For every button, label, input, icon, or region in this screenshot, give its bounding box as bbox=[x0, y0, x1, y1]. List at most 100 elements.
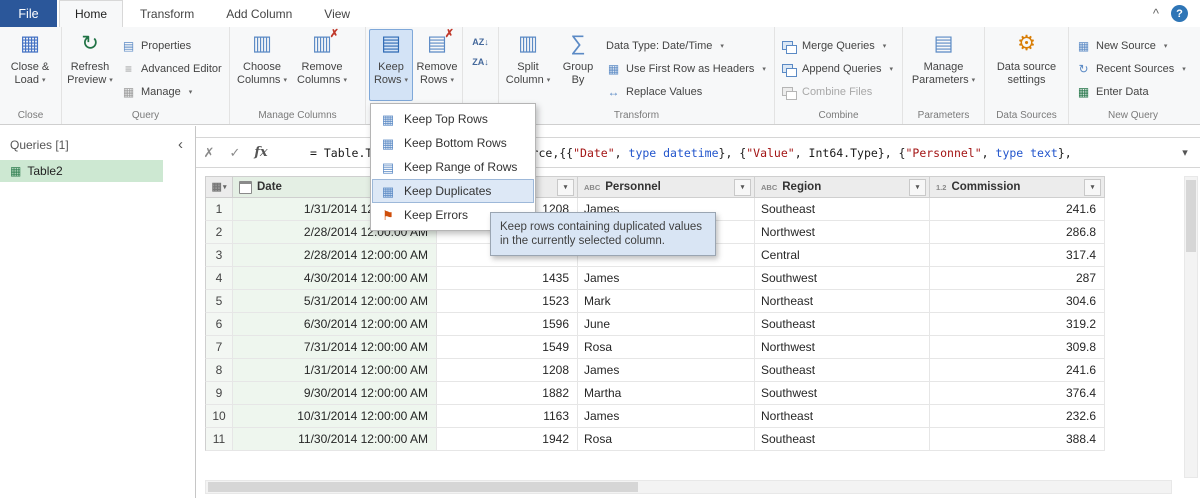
keep-rows-button[interactable]: ▤ Keep Rows ▾ bbox=[369, 29, 413, 101]
formula-cancel-icon[interactable]: ✗ bbox=[196, 145, 222, 161]
cell-date[interactable]: 1/31/2014 12:00:00 AM bbox=[233, 359, 437, 382]
cell-date[interactable]: 9/30/2014 12:00:00 AM bbox=[233, 382, 437, 405]
cell-region[interactable]: Southeast bbox=[755, 428, 930, 451]
cell-region[interactable]: Southeast bbox=[755, 359, 930, 382]
new-source-button[interactable]: ▦ New Source ▾ bbox=[1072, 35, 1190, 56]
vertical-scrollbar[interactable] bbox=[1184, 176, 1198, 478]
replace-values-button[interactable]: ↔ Replace Values bbox=[602, 81, 770, 102]
cell-date[interactable]: 6/30/2014 12:00:00 AM bbox=[233, 313, 437, 336]
cell-commission[interactable]: 388.4 bbox=[930, 428, 1105, 451]
manage-parameters-button[interactable]: ▤ Manage Parameters ▾ bbox=[911, 29, 977, 101]
cell-value[interactable]: 1942 bbox=[437, 428, 578, 451]
menu-item-keep-bottom-rows[interactable]: ▦ Keep Bottom Rows bbox=[372, 131, 534, 155]
row-number[interactable]: 7 bbox=[205, 336, 233, 359]
select-all-button[interactable]: ▦ ▾ bbox=[205, 176, 233, 198]
cell-personnel[interactable]: Rosa bbox=[578, 336, 755, 359]
cell-commission[interactable]: 286.8 bbox=[930, 221, 1105, 244]
formula-commit-icon[interactable]: ✓ bbox=[222, 145, 248, 161]
cell-commission[interactable]: 232.6 bbox=[930, 405, 1105, 428]
row-number[interactable]: 4 bbox=[205, 267, 233, 290]
cell-region[interactable]: Southeast bbox=[755, 198, 930, 221]
help-icon[interactable]: ? bbox=[1171, 5, 1188, 22]
remove-columns-button[interactable]: ▥ ✗ Remove Columns ▾ bbox=[293, 29, 351, 101]
horizontal-scrollbar-thumb[interactable] bbox=[208, 482, 638, 492]
cell-personnel[interactable]: June bbox=[578, 313, 755, 336]
data-source-settings-button[interactable]: ⚙ Data source settings bbox=[992, 29, 1062, 101]
cell-value[interactable]: 1208 bbox=[437, 359, 578, 382]
collapse-ribbon-icon[interactable]: ^ bbox=[1153, 7, 1159, 20]
group-by-button[interactable]: ∑ Group By bbox=[556, 29, 600, 101]
cell-region[interactable]: Northwest bbox=[755, 221, 930, 244]
cell-value[interactable]: 1523 bbox=[437, 290, 578, 313]
split-column-button[interactable]: ▥ Split Column ▾ bbox=[502, 29, 554, 101]
cell-personnel[interactable]: Mark bbox=[578, 290, 755, 313]
append-queries-button[interactable]: Append Queries ▾ bbox=[778, 58, 897, 79]
merge-queries-button[interactable]: Merge Queries ▾ bbox=[778, 35, 897, 56]
row-number[interactable]: 2 bbox=[205, 221, 233, 244]
file-menu-button[interactable]: File bbox=[0, 0, 57, 27]
cell-region[interactable]: Southeast bbox=[755, 313, 930, 336]
filter-button[interactable]: ▾ bbox=[1084, 178, 1101, 196]
cell-personnel[interactable]: Martha bbox=[578, 382, 755, 405]
tab-transform[interactable]: Transform bbox=[125, 0, 209, 27]
cell-date[interactable]: 5/31/2014 12:00:00 AM bbox=[233, 290, 437, 313]
collapse-pane-icon[interactable]: ‹ bbox=[174, 137, 187, 152]
use-first-row-as-headers-button[interactable]: ▦ Use First Row as Headers ▾ bbox=[602, 58, 770, 79]
cell-date[interactable]: 10/31/2014 12:00:00 AM bbox=[233, 405, 437, 428]
row-number[interactable]: 1 bbox=[205, 198, 233, 221]
manage-button[interactable]: ▦ Manage ▾ bbox=[117, 81, 226, 102]
cell-commission[interactable]: 309.8 bbox=[930, 336, 1105, 359]
menu-item-keep-range-of-rows[interactable]: ▤ Keep Range of Rows bbox=[372, 155, 534, 179]
cell-commission[interactable]: 241.6 bbox=[930, 198, 1105, 221]
cell-date[interactable]: 11/30/2014 12:00:00 AM bbox=[233, 428, 437, 451]
cell-value[interactable]: 1435 bbox=[437, 267, 578, 290]
enter-data-button[interactable]: ▦ Enter Data bbox=[1072, 81, 1190, 102]
cell-value[interactable]: 1163 bbox=[437, 405, 578, 428]
cell-region[interactable]: Northeast bbox=[755, 405, 930, 428]
filter-button[interactable]: ▾ bbox=[734, 178, 751, 196]
advanced-editor-button[interactable]: ≡ Advanced Editor bbox=[117, 58, 226, 79]
cell-region[interactable]: Southwest bbox=[755, 267, 930, 290]
recent-sources-button[interactable]: ↻ Recent Sources ▾ bbox=[1072, 58, 1190, 79]
cell-commission[interactable]: 287 bbox=[930, 267, 1105, 290]
refresh-preview-button[interactable]: ↻ Refresh Preview ▾ bbox=[65, 29, 115, 101]
formula-expand-icon[interactable]: ▾ bbox=[1170, 146, 1200, 159]
row-number[interactable]: 3 bbox=[205, 244, 233, 267]
row-number[interactable]: 9 bbox=[205, 382, 233, 405]
column-header-commission[interactable]: 1.2 Commission ▾ bbox=[930, 176, 1105, 198]
cell-commission[interactable]: 317.4 bbox=[930, 244, 1105, 267]
row-number[interactable]: 11 bbox=[205, 428, 233, 451]
sort-ascending-button[interactable]: AZ↓ bbox=[467, 32, 495, 52]
cell-commission[interactable]: 241.6 bbox=[930, 359, 1105, 382]
cell-value[interactable]: 1596 bbox=[437, 313, 578, 336]
cell-personnel[interactable]: Rosa bbox=[578, 428, 755, 451]
cell-value[interactable]: 1549 bbox=[437, 336, 578, 359]
cell-date[interactable]: 2/28/2014 12:00:00 AM bbox=[233, 244, 437, 267]
menu-item-keep-top-rows[interactable]: ▦ Keep Top Rows bbox=[372, 107, 534, 131]
cell-region[interactable]: Southwest bbox=[755, 382, 930, 405]
sort-descending-button[interactable]: ZA↓ bbox=[467, 52, 495, 72]
tab-add-column[interactable]: Add Column bbox=[211, 0, 307, 27]
row-number[interactable]: 8 bbox=[205, 359, 233, 382]
menu-item-keep-duplicates[interactable]: ▦ Keep Duplicates bbox=[372, 179, 534, 203]
cell-commission[interactable]: 319.2 bbox=[930, 313, 1105, 336]
data-type-button[interactable]: Data Type: Date/Time ▾ bbox=[602, 35, 770, 56]
tab-home[interactable]: Home bbox=[59, 0, 124, 28]
cell-region[interactable]: Northeast bbox=[755, 290, 930, 313]
query-item-table2[interactable]: ▦ Table2 bbox=[0, 160, 163, 182]
filter-button[interactable]: ▾ bbox=[909, 178, 926, 196]
choose-columns-button[interactable]: ▥ Choose Columns ▾ bbox=[233, 29, 291, 101]
tab-view[interactable]: View bbox=[309, 0, 365, 27]
properties-button[interactable]: ▤ Properties bbox=[117, 35, 226, 56]
close-and-load-button[interactable]: ▦ Close & Load ▾ bbox=[3, 29, 57, 101]
cell-region[interactable]: Northwest bbox=[755, 336, 930, 359]
horizontal-scrollbar[interactable] bbox=[205, 480, 1172, 494]
cell-value[interactable]: 1882 bbox=[437, 382, 578, 405]
cell-region[interactable]: Central bbox=[755, 244, 930, 267]
filter-button[interactable]: ▾ bbox=[557, 178, 574, 196]
cell-personnel[interactable]: James bbox=[578, 359, 755, 382]
row-number[interactable]: 10 bbox=[205, 405, 233, 428]
combine-files-button[interactable]: Combine Files bbox=[778, 81, 897, 102]
row-number[interactable]: 5 bbox=[205, 290, 233, 313]
cell-date[interactable]: 4/30/2014 12:00:00 AM bbox=[233, 267, 437, 290]
